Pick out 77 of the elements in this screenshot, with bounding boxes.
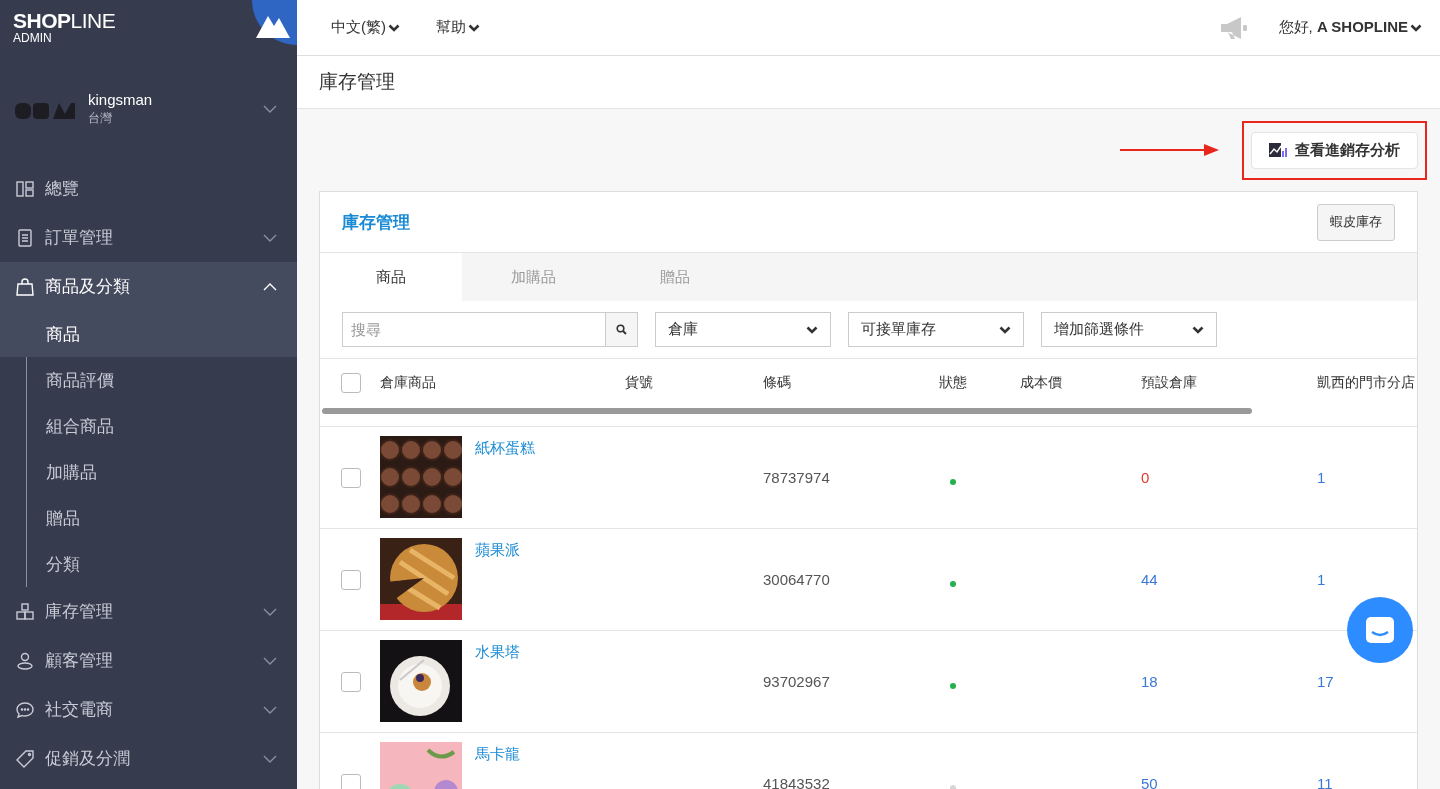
tab[interactable]: 商品 <box>320 253 462 301</box>
chevron-down-icon <box>263 105 277 113</box>
search-button[interactable] <box>605 312 638 347</box>
shopee-stock-button[interactable]: 蝦皮庫存 <box>1317 203 1395 241</box>
caret-icon <box>1410 23 1422 32</box>
column-header: 成本價 <box>1020 373 1063 392</box>
stock-link[interactable]: 18 <box>1141 673 1317 690</box>
sidebar-item[interactable]: 商品及分類 <box>0 262 297 311</box>
barcode-cell-text: 30064770 <box>763 571 831 588</box>
column-header: 預設倉庫 <box>1141 373 1198 392</box>
product-link[interactable]: 水果塔 <box>475 643 520 722</box>
stock-link[interactable]: 1 <box>1317 571 1417 588</box>
sidebar-subitem[interactable]: 贈品 <box>27 495 297 541</box>
admin-label: ADMIN <box>13 32 52 44</box>
store-region: 台灣 <box>88 110 112 127</box>
sidebar-subitem[interactable]: 商品 <box>0 311 297 357</box>
sidebar-item[interactable]: 顧客管理 <box>0 636 297 685</box>
filter-dropdown[interactable]: 倉庫 <box>655 312 831 347</box>
caret-icon <box>999 325 1011 334</box>
caret-icon <box>1192 325 1204 334</box>
row-checkbox[interactable] <box>341 467 361 488</box>
document-icon <box>18 228 32 247</box>
stock-link[interactable]: 11 <box>1317 775 1417 789</box>
megaphone-icon[interactable] <box>1218 15 1249 40</box>
search-field[interactable]: 搜尋 <box>342 312 605 347</box>
product-link[interactable]: 蘋果派 <box>475 541 520 620</box>
column-header: 狀態 <box>939 373 968 392</box>
column-header: 凱西的門市分店 <box>1317 373 1416 392</box>
sidebar-item[interactable]: 總覽 <box>0 164 297 213</box>
row-checkbox[interactable] <box>341 671 361 692</box>
shopline-logo: SHOPLINE <box>13 10 116 31</box>
caret-icon <box>388 23 400 32</box>
filter-dropdown[interactable]: 可接單庫存 <box>848 312 1024 347</box>
column-header: 貨號 <box>625 373 654 392</box>
caret-icon <box>468 23 480 32</box>
chat-icon <box>1365 616 1395 644</box>
row-checkbox[interactable] <box>341 773 361 789</box>
boxes-icon <box>16 602 34 620</box>
store-name: kingsman <box>88 91 153 108</box>
column-header: 倉庫商品 <box>380 373 437 392</box>
card-title: 庫存管理 <box>342 211 410 234</box>
stock-link[interactable]: 0 <box>1141 469 1317 486</box>
sidebar-item[interactable]: 促銷及分潤 <box>0 734 297 783</box>
chat-icon <box>16 701 34 718</box>
sidebar-subitem[interactable]: 加購品 <box>27 449 297 495</box>
user-icon <box>17 652 33 670</box>
sidebar-item[interactable]: 訂單管理 <box>0 213 297 262</box>
dashboard-icon <box>16 180 34 197</box>
account-menu[interactable]: 您好, A SHOPLINE <box>1278 18 1422 37</box>
scrollbar[interactable] <box>322 408 1252 414</box>
sidebar-subitem[interactable]: 分類 <box>27 541 297 587</box>
barcode-cell-text: 93702967 <box>763 673 831 690</box>
stock-link[interactable]: 50 <box>1141 775 1317 789</box>
sidebar-item[interactable]: 庫存管理 <box>0 587 297 636</box>
analysis-button[interactable]: 查看進銷存分析 <box>1251 131 1418 169</box>
filter-dropdown[interactable]: 增加篩選條件 <box>1041 312 1217 347</box>
stock-link[interactable]: 1 <box>1317 469 1417 486</box>
caret-icon <box>806 325 818 334</box>
tag-icon <box>16 749 34 768</box>
barcode-cell-text: 78737974 <box>763 469 831 486</box>
menu-dropdown[interactable]: 幫助 <box>436 18 480 37</box>
sidebar-item[interactable]: 社交電商 <box>0 685 297 734</box>
search-icon <box>616 324 627 335</box>
bag-icon <box>16 277 34 296</box>
row-checkbox[interactable] <box>341 569 361 590</box>
sidebar-subitem[interactable]: 商品評價 <box>27 357 297 403</box>
stock-link[interactable]: 44 <box>1141 571 1317 588</box>
barcode-cell-text: 41843532 <box>763 775 831 789</box>
product-link[interactable]: 紙杯蛋糕 <box>475 439 535 518</box>
column-header: 條碼 <box>763 373 792 392</box>
stock-link[interactable]: 17 <box>1317 673 1417 690</box>
sidebar-subitem[interactable]: 組合商品 <box>27 403 297 449</box>
menu-dropdown[interactable]: 中文(繁) <box>331 18 400 37</box>
page-title: 庫存管理 <box>297 56 1440 109</box>
product-link[interactable]: 馬卡龍 <box>475 745 520 789</box>
select-all-checkbox[interactable] <box>341 372 361 393</box>
chart-icon <box>1269 142 1289 158</box>
